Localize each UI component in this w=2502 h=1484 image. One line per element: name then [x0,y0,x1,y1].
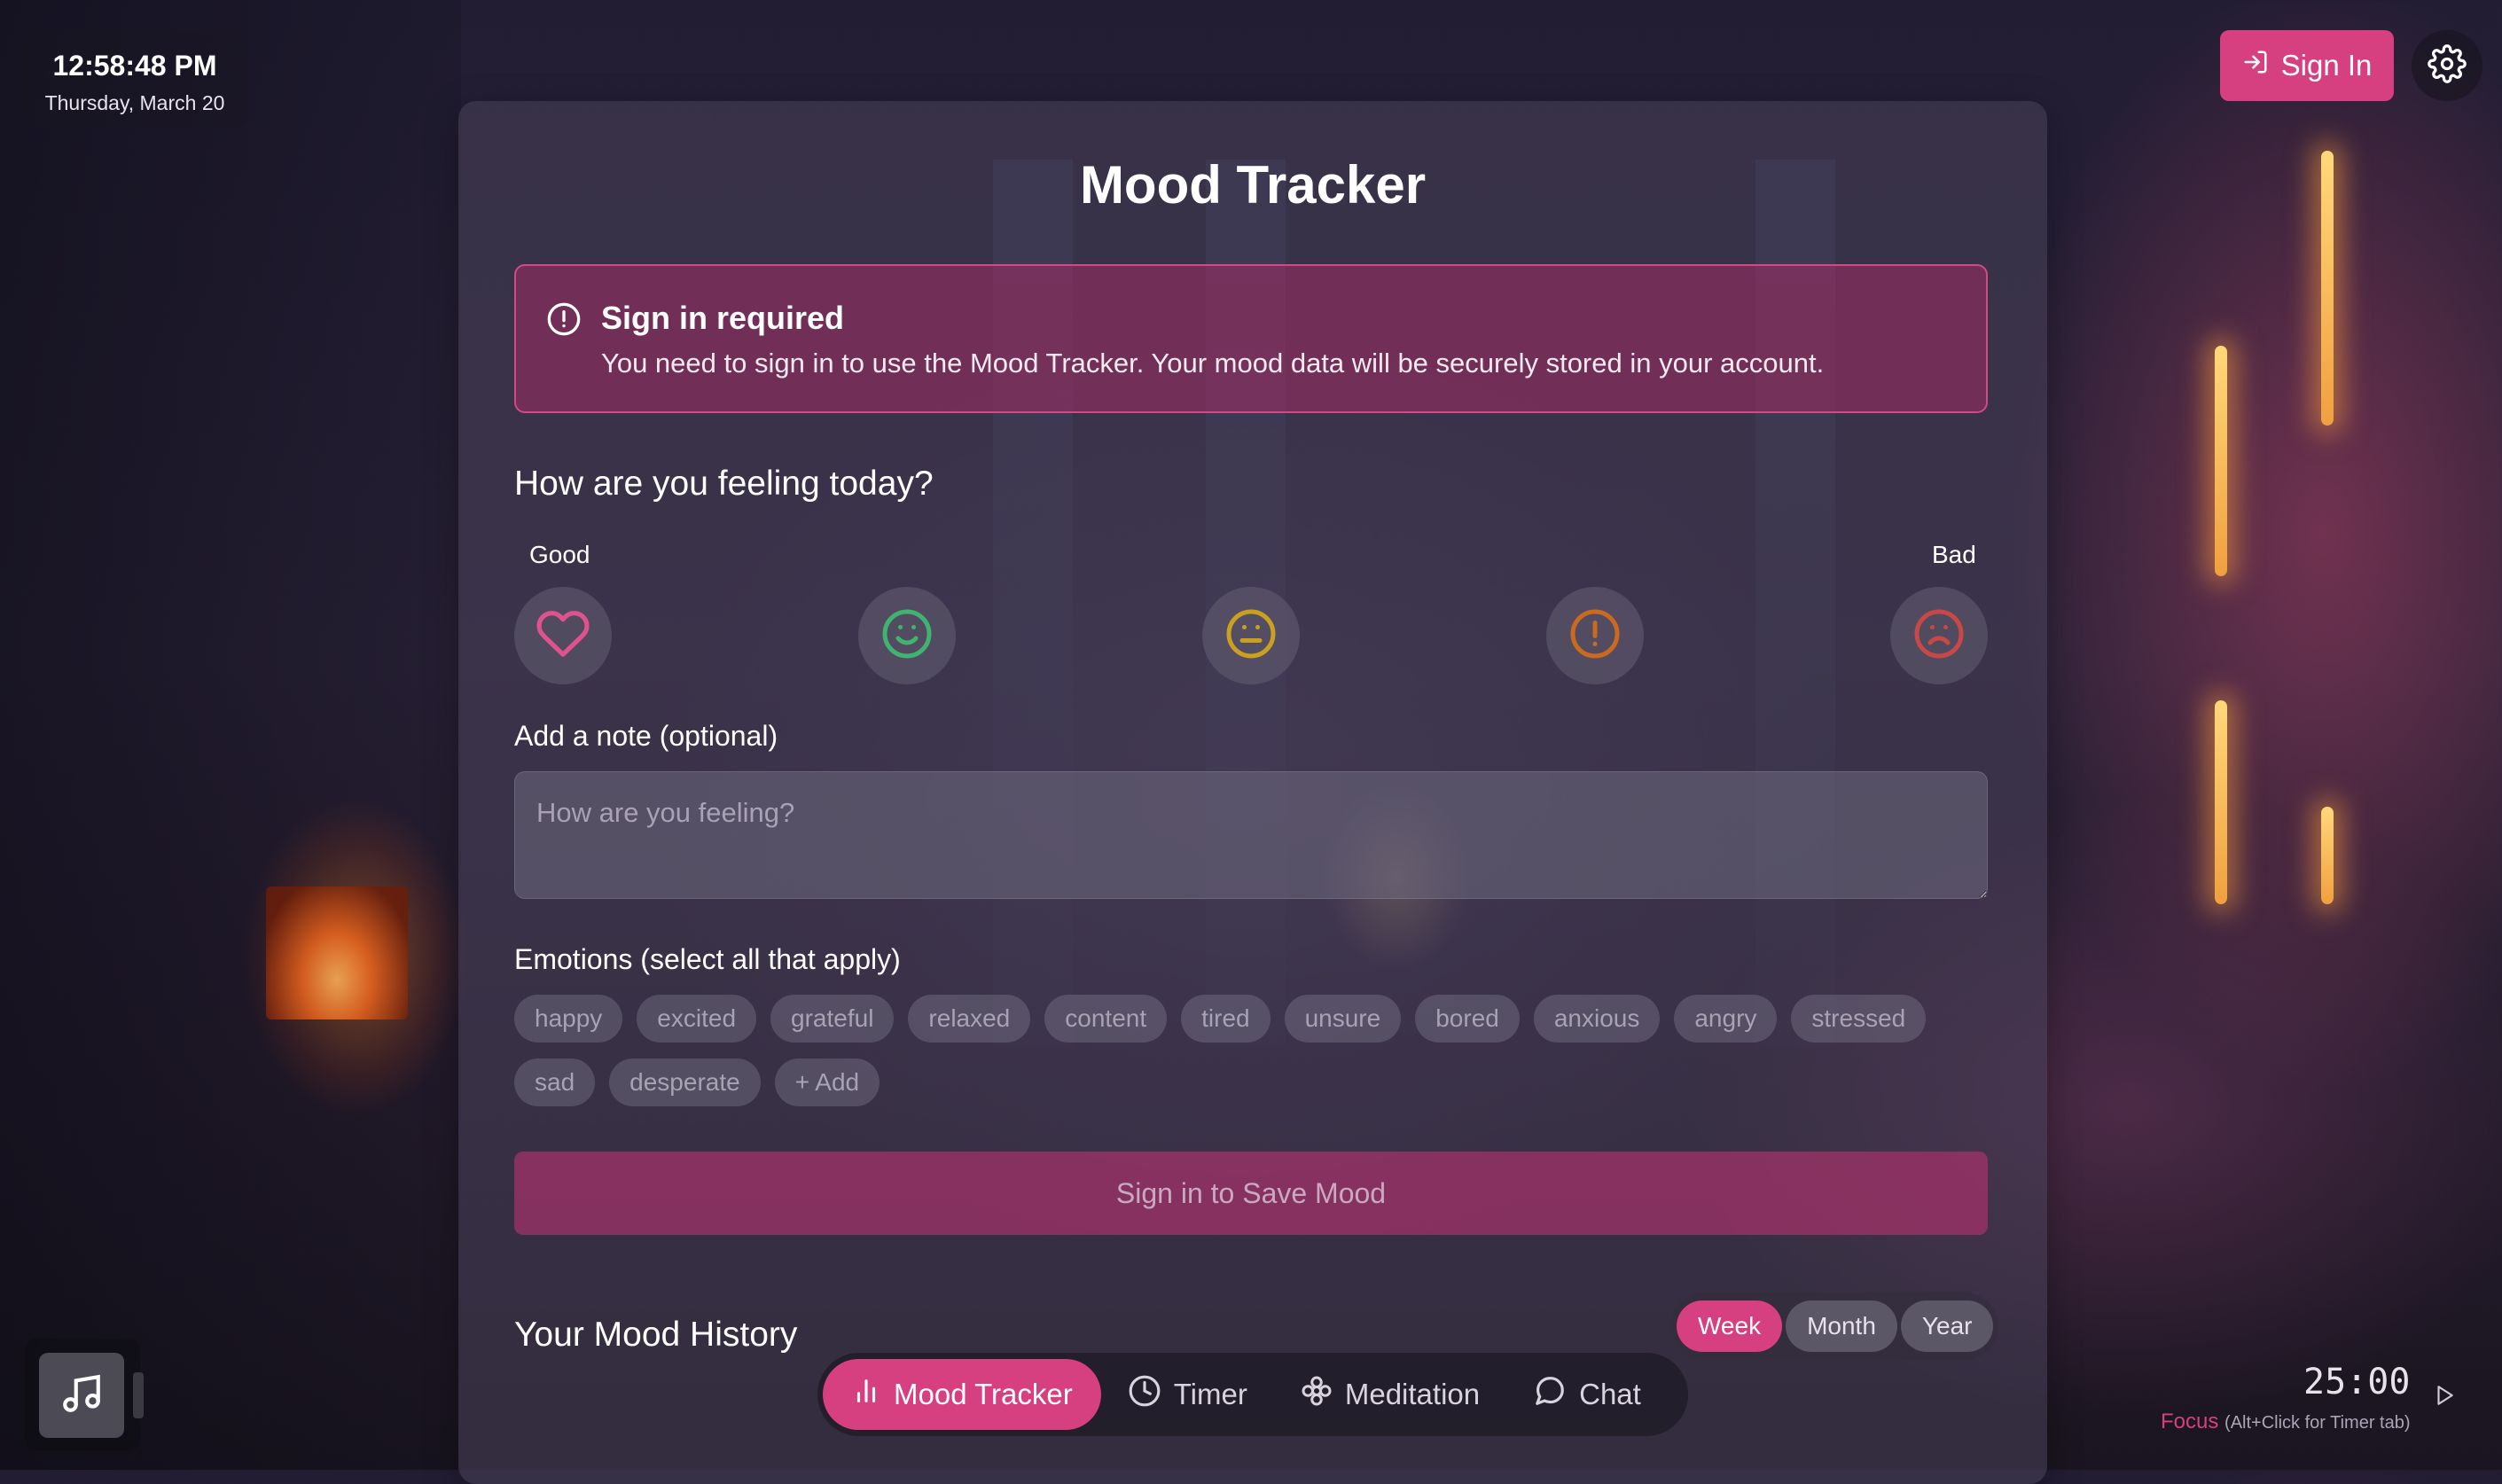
emotion-chip[interactable]: bored [1415,995,1520,1043]
alert-message: You need to sign in to use the Mood Trac… [601,348,1825,379]
background-wall-light [2215,700,2227,904]
timer-hint: (Alt+Click for Timer tab) [2224,1413,2411,1433]
emotion-chip[interactable]: content [1044,995,1168,1043]
nav-meditation[interactable]: Meditation [1274,1359,1506,1430]
music-button[interactable] [39,1353,124,1438]
range-month-button[interactable]: Month [1786,1300,1897,1352]
nav-chat[interactable]: Chat [1506,1359,1668,1430]
clock-icon [1128,1374,1161,1415]
clock-date: Thursday, March 20 [44,91,225,114]
sign-in-label: Sign In [2280,49,2373,82]
chat-bubble-icon [1533,1374,1567,1415]
alert-circle-icon [546,301,582,341]
emotion-chip[interactable]: happy [514,995,623,1043]
range-week-button[interactable]: Week [1677,1300,1783,1352]
flower-icon [1301,1375,1333,1414]
bottom-nav: Mood Tracker Timer Meditation Chat [817,1353,1688,1436]
range-year-button[interactable]: Year [1900,1300,1994,1352]
mood-good-button[interactable] [858,587,956,684]
emotion-chip-list: happy excited grateful relaxed content t… [514,995,2004,1106]
scale-bad-label: Bad [1932,541,1976,568]
neutral-face-icon [1224,607,1278,665]
music-panel-handle[interactable] [133,1372,144,1418]
background-wall-light [2321,151,2334,426]
emotion-chip[interactable]: angry [1674,995,1778,1043]
emotion-chip[interactable]: relaxed [908,995,1031,1043]
clock-time: 12:58:48 PM [52,50,217,82]
mood-bad-button[interactable] [1890,587,1988,684]
alert-title: Sign in required [601,300,845,336]
mood-okay-button[interactable] [1202,587,1300,684]
music-widget [25,1339,144,1450]
clock-widget: 12:58:48 PM Thursday, March 20 [21,30,248,128]
nav-label: Mood Tracker [894,1378,1073,1410]
save-mood-button[interactable]: Sign in to Save Mood [514,1152,1988,1235]
emotion-chip[interactable]: desperate [609,1058,761,1106]
emotion-chip[interactable]: sad [514,1058,596,1106]
page-title: Mood Tracker [1079,155,1427,215]
bar-chart-icon [851,1376,881,1413]
mood-question: How are you feeling today? [514,465,934,503]
emotions-label: Emotions (select all that apply) [514,943,901,975]
nav-label: Timer [1173,1378,1247,1410]
login-icon [2242,49,2269,82]
nav-label: Chat [1579,1378,1641,1410]
play-icon [2433,1386,2456,1411]
timer-play-button[interactable] [2433,1383,2456,1412]
history-title: Your Mood History [514,1316,798,1354]
gear-icon [2428,43,2467,88]
music-note-icon [59,1371,104,1420]
mood-tracker-panel: Mood Tracker Sign in required You need t… [458,101,2047,1484]
smile-icon [880,607,934,665]
settings-button[interactable] [2412,30,2482,101]
background-fireplace [266,886,408,1019]
timer-mode: Focus (Alt+Click for Timer tab) [2161,1410,2411,1434]
mood-great-button[interactable] [514,587,612,684]
emotion-chip[interactable]: excited [637,995,757,1043]
background-wall-light [2321,807,2334,904]
nav-timer[interactable]: Timer [1101,1359,1274,1430]
history-range-selector: Week Month Year [1671,1293,1999,1360]
nav-label: Meditation [1344,1378,1481,1410]
emotion-chip[interactable]: tired [1181,995,1271,1043]
add-emotion-button[interactable]: + Add [774,1058,880,1106]
timer-value[interactable]: 25:00 [2303,1362,2410,1402]
timer-mode-label: Focus [2161,1410,2219,1433]
heart-icon [536,606,590,666]
emotion-chip[interactable]: anxious [1533,995,1661,1043]
alert-circle-icon [1568,607,1622,665]
scale-good-label: Good [529,541,590,568]
emotion-chip[interactable]: grateful [770,995,895,1043]
mood-low-button[interactable] [1546,587,1644,684]
sign-in-alert: Sign in required You need to sign in to … [514,264,1988,413]
note-input[interactable] [514,771,1988,899]
nav-mood-tracker[interactable]: Mood Tracker [823,1359,1101,1430]
background-wall-light [2215,346,2227,576]
emotion-chip[interactable]: unsure [1284,995,1402,1043]
note-label: Add a note (optional) [514,720,778,752]
emotion-chip[interactable]: stressed [1791,995,1927,1043]
background-shadow [0,0,461,1470]
frown-icon [1912,607,1966,665]
sign-in-button[interactable]: Sign In [2220,30,2394,101]
